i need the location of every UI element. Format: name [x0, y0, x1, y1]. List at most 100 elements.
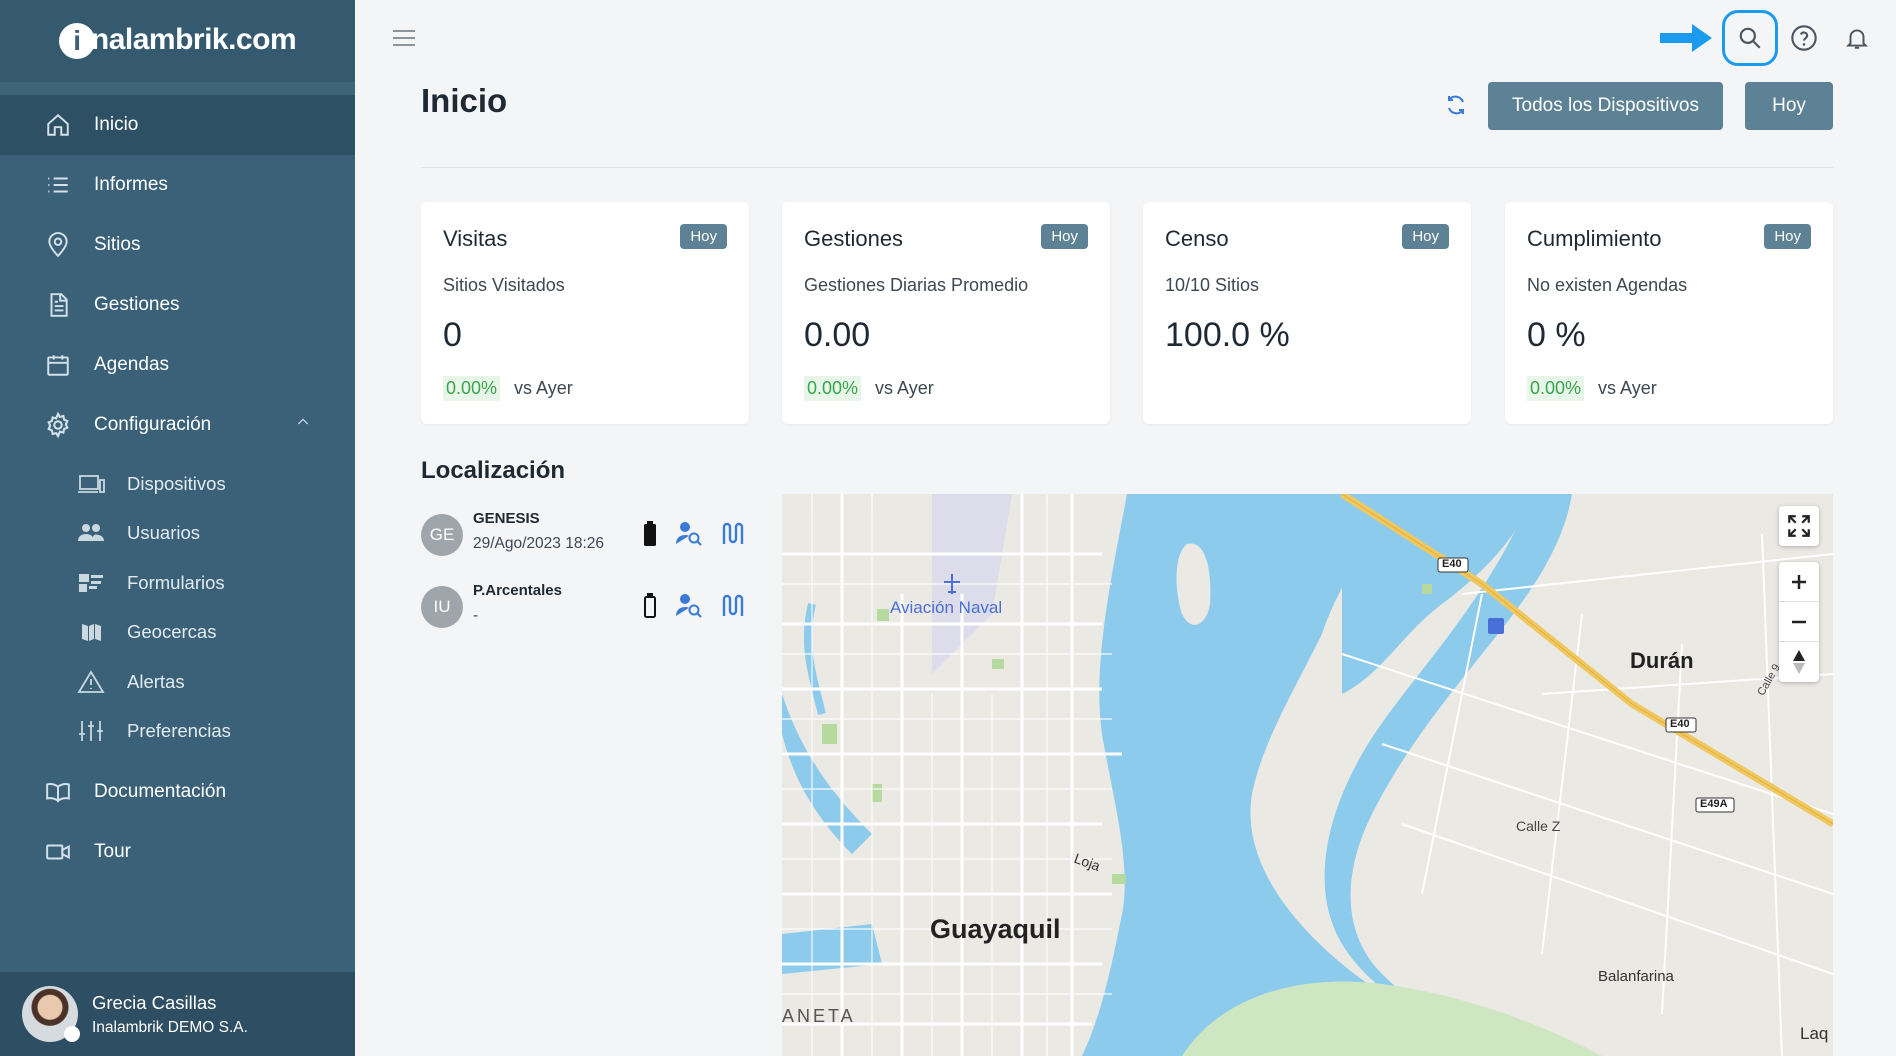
minus-icon — [1792, 620, 1806, 623]
brand-logo[interactable]: i nalambrik.com — [0, 0, 355, 82]
battery-full-icon — [641, 520, 659, 553]
user-search-icon[interactable] — [675, 592, 703, 625]
comparison-label: vs Ayer — [514, 378, 573, 398]
comparison-label: vs Ayer — [875, 378, 934, 398]
menu-icon[interactable] — [391, 28, 417, 53]
card-censo: Censo Hoy 10/10 Sitios 100.0 % — [1143, 202, 1471, 424]
avatar — [22, 986, 80, 1042]
fullscreen-button[interactable] — [1779, 506, 1819, 546]
today-button[interactable]: Hoy — [1745, 82, 1833, 130]
bell-icon[interactable] — [1844, 24, 1870, 57]
book-icon — [44, 778, 72, 806]
card-gestiones: Gestiones Hoy Gestiones Diarias Promedio… — [782, 202, 1110, 424]
fullscreen-control — [1779, 506, 1819, 546]
device-timestamp: - — [473, 607, 479, 624]
card-value: 0.00 — [804, 316, 871, 354]
card-comparison: 0.00% vs Ayer — [443, 376, 573, 401]
route-icon[interactable] — [719, 520, 747, 553]
refresh-icon[interactable] — [1444, 92, 1468, 123]
device-name: P.Arcentales — [473, 582, 562, 599]
sidebar-item-label: Agendas — [94, 354, 170, 375]
sidebar: i nalambrik.com Inicio Informes Sitios Ge… — [0, 0, 355, 1056]
card-visitas: Visitas Hoy Sitios Visitados 0 0.00% vs A… — [421, 202, 749, 424]
user-search-icon[interactable] — [675, 520, 703, 553]
device-row[interactable]: GE GENESIS 29/Ago/2023 18:26 — [421, 508, 751, 564]
device-row[interactable]: IU P.Arcentales - — [421, 580, 751, 636]
sidebar-subitem-dispositivos[interactable]: Dispositivos — [0, 459, 355, 509]
page-title: Inicio — [421, 82, 508, 119]
zoom-out-button[interactable] — [1779, 602, 1819, 642]
map-label-duran: Durán — [1630, 648, 1694, 673]
device-timestamp: 29/Ago/2023 18:26 — [473, 535, 605, 552]
sidebar-subitem-label: Geocercas — [127, 621, 217, 643]
sidebar-subitem-label: Usuarios — [127, 522, 200, 544]
sidebar-subitem-usuarios[interactable]: Usuarios — [0, 509, 355, 559]
sidebar-item-label: Informes — [94, 174, 168, 195]
sidebar-subitem-alertas[interactable]: Alertas — [0, 657, 355, 707]
sidebar-item-agendas[interactable]: Agendas — [0, 335, 355, 395]
zoom-in-button[interactable] — [1779, 562, 1819, 602]
sidebar-item-tour[interactable]: Tour — [0, 822, 355, 882]
route-icon[interactable] — [719, 592, 747, 625]
card-value: 0 % — [1527, 316, 1586, 354]
sidebar-subitem-formularios[interactable]: Formularios — [0, 558, 355, 608]
plus-icon — [1792, 574, 1806, 589]
location-pin-icon — [44, 231, 72, 259]
sidebar-item-label: Tour — [94, 841, 131, 862]
section-title: Localización — [421, 457, 566, 484]
card-badge: Hoy — [1764, 224, 1811, 249]
map-canvas[interactable] — [782, 494, 1833, 1056]
sidebar-subitem-label: Alertas — [127, 670, 185, 692]
sidebar-item-documentacion[interactable]: Documentación — [0, 762, 355, 822]
sidebar-subitem-preferencias[interactable]: Preferencias — [0, 707, 355, 757]
header-divider — [421, 167, 1833, 168]
device-actions — [641, 592, 747, 625]
card-title: Gestiones — [804, 226, 904, 251]
map-view[interactable]: Aviación Naval Guayaquil Durán Loja Call… — [782, 494, 1833, 1056]
users-icon — [77, 521, 105, 545]
devices-icon — [77, 472, 105, 496]
sidebar-item-sitios[interactable]: Sitios — [0, 215, 355, 275]
sidebar-item-inicio[interactable]: Inicio — [0, 95, 355, 155]
all-devices-button[interactable]: Todos los Dispositivos — [1488, 82, 1723, 130]
card-value: 0 — [443, 316, 462, 354]
sidebar-item-configuracion[interactable]: Configuración — [0, 395, 355, 455]
card-cumplimiento: Cumplimiento Hoy No existen Agendas 0 % … — [1505, 202, 1833, 424]
fullscreen-icon — [1788, 515, 1810, 537]
arrow-right-icon — [1658, 22, 1714, 59]
sidebar-subitem-label: Dispositivos — [127, 472, 226, 494]
video-icon — [44, 838, 72, 866]
compass-button[interactable] — [1779, 642, 1819, 682]
user-profile[interactable]: Grecia Casillas Inalambrik DEMO S.A. — [0, 972, 355, 1056]
sliders-icon — [77, 719, 105, 743]
home-icon — [44, 111, 72, 139]
sidebar-subitem-geocercas[interactable]: Geocercas — [0, 608, 355, 658]
card-comparison: 0.00% vs Ayer — [1527, 376, 1657, 401]
sidebar-item-label: Configuración — [94, 414, 212, 435]
sidebar-item-gestiones[interactable]: Gestiones — [0, 275, 355, 335]
comparison-label: vs Ayer — [1598, 378, 1657, 398]
highway-shield-e40: E40 — [1670, 718, 1690, 730]
chevron-up-icon[interactable] — [295, 414, 311, 436]
device-avatar: GE — [421, 514, 463, 556]
card-badge: Hoy — [1402, 224, 1449, 249]
logo-text: nalambrik.com — [90, 22, 297, 56]
zoom-controls — [1779, 562, 1819, 682]
sidebar-item-informes[interactable]: Informes — [0, 155, 355, 215]
card-value: 100.0 % — [1165, 316, 1290, 354]
status-dot — [64, 1026, 80, 1042]
sidebar-subitem-label: Formularios — [127, 571, 225, 593]
search-button[interactable] — [1722, 10, 1778, 66]
card-badge: Hoy — [680, 224, 727, 249]
card-subtitle: 10/10 Sitios — [1165, 275, 1260, 295]
card-comparison: 0.00% vs Ayer — [804, 376, 934, 401]
warning-icon — [77, 670, 105, 694]
card-subtitle: Gestiones Diarias Promedio — [804, 275, 1029, 295]
map-label-calle-z: Calle Z — [1516, 818, 1561, 834]
help-icon[interactable] — [1790, 24, 1818, 57]
card-subtitle: Sitios Visitados — [443, 275, 565, 295]
card-subtitle: No existen Agendas — [1527, 275, 1688, 295]
percent-badge: 0.00% — [1527, 376, 1585, 401]
highway-shield-e49a: E49A — [1700, 798, 1728, 810]
logo-mark: i — [58, 23, 95, 60]
